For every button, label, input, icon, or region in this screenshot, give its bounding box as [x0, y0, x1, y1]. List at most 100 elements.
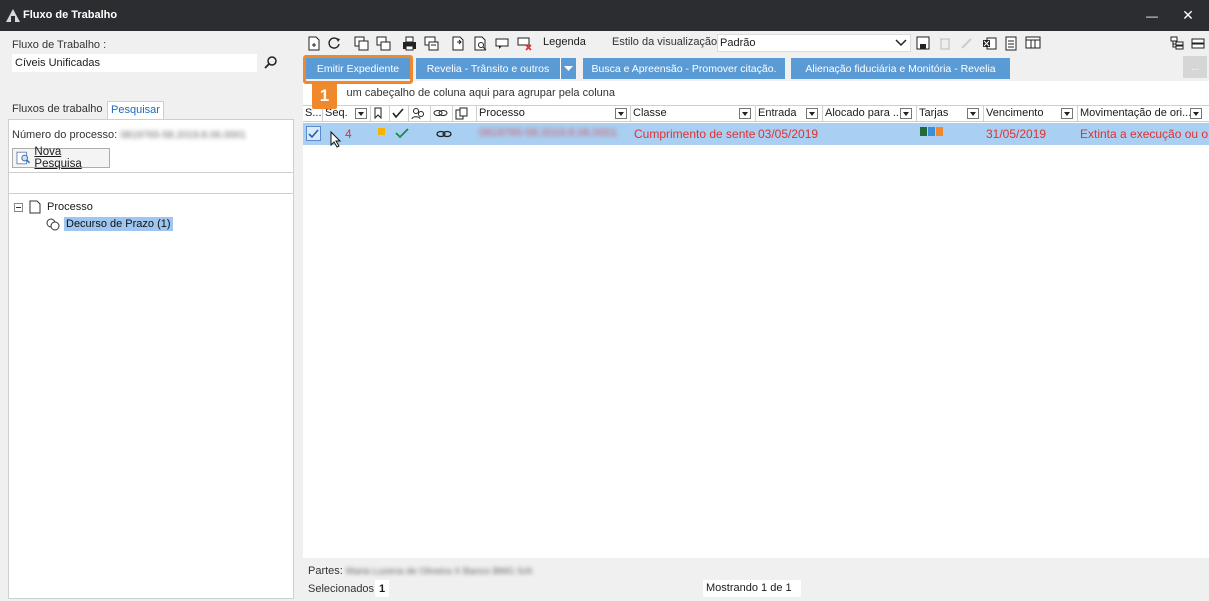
group-by-hint: Arraste um cabeçalho de coluna aqui para… [346, 87, 615, 99]
column-header-tarjas[interactable]: Tarjas [917, 106, 984, 121]
list-view-button[interactable] [1189, 34, 1207, 52]
row-select-checkbox[interactable] [306, 126, 321, 141]
tutorial-highlight [303, 55, 413, 84]
busca-apreensao-button[interactable]: Busca e Apreensão - Promover citação. [583, 58, 785, 79]
status-footer: Partes: Maria Luzena de Oliveira X Banco… [303, 559, 1209, 601]
columns-button[interactable] [1024, 34, 1042, 52]
filter-dropdown-icon[interactable] [900, 108, 912, 119]
close-icon: ✕ [1182, 7, 1194, 23]
column-header-bookmark[interactable] [371, 106, 390, 121]
workflow-input[interactable]: Cíveis Unificadas [11, 53, 258, 73]
search-document-icon [474, 36, 486, 50]
new-search-button[interactable]: Nova Pesquisa [12, 146, 110, 170]
column-header-link[interactable] [431, 106, 453, 121]
copy-button[interactable] [352, 34, 370, 52]
attach-button[interactable] [422, 34, 440, 52]
link-icon [436, 130, 452, 138]
hierarchy-icon [1170, 36, 1183, 49]
toolbar: Legenda Estilo da visualização Padrão [303, 31, 1209, 55]
filter-dropdown-icon[interactable] [806, 108, 818, 119]
export-button[interactable] [449, 34, 467, 52]
close-window-button[interactable]: ✕ [1165, 0, 1209, 31]
tab-pesquisar[interactable]: Pesquisar [107, 101, 164, 119]
table-row[interactable]: 4 0819765-58.2019.8.06.0001 Cumprimento … [303, 123, 1209, 148]
column-header-vencimento[interactable]: Vencimento [984, 106, 1078, 121]
action-bar: Emitir Expediente Revelia - Trânsito e o… [303, 55, 1209, 80]
filter-dropdown-icon[interactable] [1061, 108, 1073, 119]
cell-processo[interactable]: 0819765-58.2019.8.06.0001 [479, 127, 629, 139]
window-title: Fluxo de Trabalho [23, 9, 118, 21]
revelia-transito-button[interactable]: Revelia - Trânsito e outros [416, 58, 561, 79]
report-button[interactable] [1002, 34, 1020, 52]
search-results-divider [9, 172, 293, 194]
column-header-checked[interactable] [390, 106, 409, 121]
comment-button[interactable] [493, 34, 511, 52]
cell-entrada: 03/05/2019 [758, 127, 819, 141]
column-header-processo[interactable]: Processo [477, 106, 631, 121]
new-document-icon [308, 36, 320, 50]
print-button[interactable] [400, 34, 418, 52]
tarja-orange [936, 127, 943, 136]
flag-icon [378, 128, 385, 135]
column-header-copy[interactable] [453, 106, 477, 121]
refresh-button[interactable] [325, 34, 343, 52]
alienacao-fiduciaria-button[interactable]: Alienação fiduciária e Monitória - Revel… [791, 58, 1010, 79]
left-pane: Fluxo de Trabalho : Cíveis Unificadas Fl… [0, 31, 300, 601]
tree-node-label-selected: Decurso de Prazo (1) [64, 217, 173, 231]
filter-dropdown-icon[interactable] [739, 108, 751, 119]
save-icon [916, 36, 930, 50]
search-icon [264, 56, 277, 69]
trash-icon [940, 38, 950, 50]
caret-down-icon [564, 65, 573, 71]
windows-icon [376, 36, 390, 50]
column-header-classe[interactable]: Classe [631, 106, 756, 121]
right-pane: Legenda Estilo da visualização Padrão Em… [303, 31, 1209, 601]
chevron-down-icon [895, 39, 907, 47]
selected-label: Selecionados [308, 583, 375, 595]
more-actions-button[interactable]: ... [1183, 56, 1207, 78]
excel-icon [982, 37, 996, 49]
tree-node-decurso-de-prazo[interactable]: Decurso de Prazo (1) [45, 216, 173, 232]
filter-dropdown-icon[interactable] [967, 108, 979, 119]
save-view-button[interactable] [914, 34, 932, 52]
export-document-icon [452, 36, 463, 50]
filter-dropdown-icon[interactable] [615, 108, 627, 119]
workflow-label: Fluxo de Trabalho : [12, 39, 107, 51]
view-style-label: Estilo da visualização [612, 36, 718, 48]
view-style-value: Padrão [720, 37, 756, 49]
workflow-search-button[interactable] [261, 53, 281, 73]
legend-button[interactable]: Legenda [543, 36, 586, 48]
new-document-button[interactable] [305, 34, 323, 52]
tarja-green [920, 127, 927, 136]
comment-icon [495, 38, 508, 49]
revelia-dropdown-button[interactable] [561, 58, 576, 79]
tree-node-processo[interactable]: Processo [14, 199, 93, 215]
duplicate-button[interactable] [374, 34, 392, 52]
link-clock-icon [46, 218, 60, 231]
column-header-users[interactable] [409, 106, 431, 121]
process-number-label: Número do processo: 0819765-58.2019.8.06… [12, 129, 246, 141]
collapse-icon[interactable] [14, 202, 23, 212]
tree-view-button[interactable] [1168, 34, 1186, 52]
remove-comment-button[interactable] [515, 34, 533, 52]
column-header-movimentacao[interactable]: Movimentação de ori... [1078, 106, 1209, 121]
tab-fluxos-de-trabalho[interactable]: Fluxos de trabalho [9, 101, 106, 119]
filter-dropdown-icon[interactable] [1190, 108, 1202, 119]
stamp-icon [402, 36, 416, 50]
find-button[interactable] [471, 34, 489, 52]
column-header-alocado[interactable]: Alocado para ... [823, 106, 917, 121]
copy-doc-icon [455, 107, 468, 120]
column-header-entrada[interactable]: Entrada [756, 106, 823, 121]
export-excel-button[interactable] [980, 34, 998, 52]
filter-dropdown-icon[interactable] [355, 108, 367, 119]
selected-count: 1 [375, 580, 389, 597]
edit-view-button[interactable] [958, 34, 976, 52]
delete-view-button[interactable] [936, 34, 954, 52]
users-icon [411, 108, 424, 120]
step-badge: 1 [312, 82, 337, 109]
view-style-select[interactable]: Padrão [717, 34, 911, 52]
bookmark-icon [374, 107, 382, 120]
checkmark-icon [392, 108, 404, 119]
new-search-label: Nova Pesquisa [34, 146, 82, 170]
delete-comment-icon [517, 37, 532, 51]
